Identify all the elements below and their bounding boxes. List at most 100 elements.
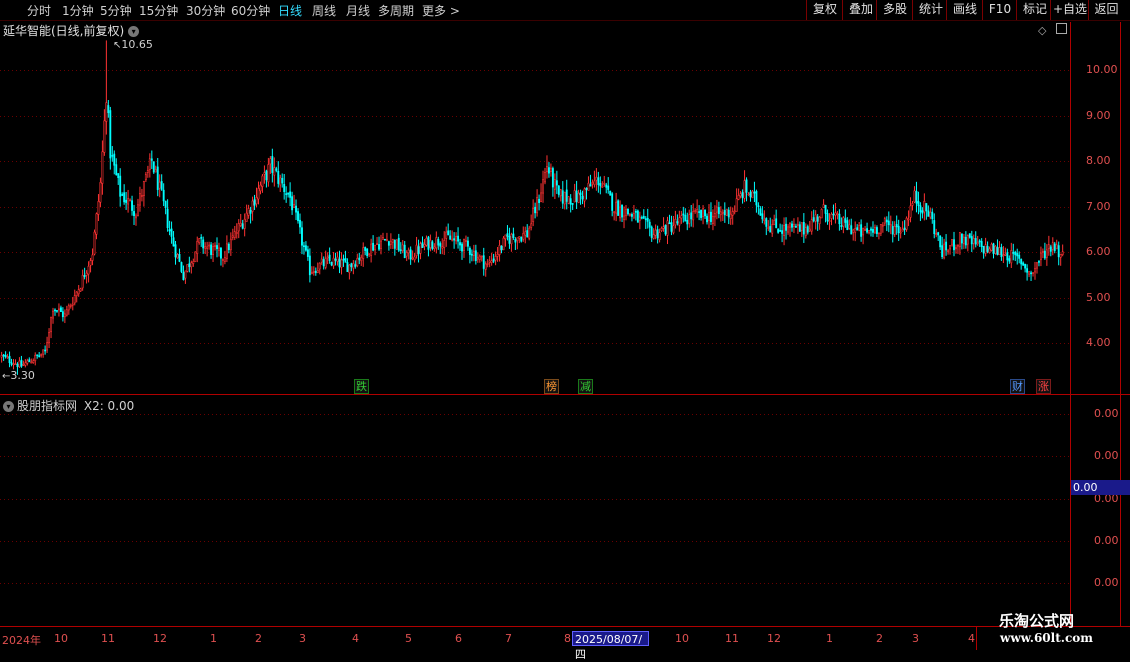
tool-button-4[interactable]: 画线 [946, 0, 983, 20]
candle-body [781, 230, 784, 234]
tool-button-1[interactable]: 叠加 [842, 0, 879, 20]
candle-body [794, 225, 797, 228]
indicator-tick-label: 0.00 [1094, 407, 1119, 420]
candle-body [506, 233, 509, 237]
candle-body [962, 236, 965, 244]
candle-body [342, 258, 345, 261]
period-tab-3[interactable]: 15分钟 [139, 2, 178, 19]
candle-body [504, 234, 507, 240]
candle-body [89, 260, 92, 266]
tool-button-3[interactable]: 统计 [912, 0, 949, 20]
candle-body [607, 185, 610, 190]
chevron-down-icon[interactable]: ▾ [3, 401, 14, 412]
candle-body [526, 230, 529, 238]
candle-body [121, 194, 124, 196]
candle-body [24, 362, 27, 366]
event-marker-4[interactable]: 涨 [1036, 379, 1051, 394]
chevron-down-icon[interactable]: ▾ [128, 26, 140, 37]
event-marker-0[interactable]: 跌 [354, 379, 369, 394]
candle-body [1004, 253, 1007, 256]
candle-body [320, 258, 323, 263]
candle-body [271, 156, 274, 173]
candle-body [648, 221, 651, 228]
candle-body [36, 354, 39, 357]
candlestick-chart[interactable] [0, 0, 1130, 650]
candle-body [613, 211, 616, 214]
tool-button-7[interactable]: +自选 [1050, 0, 1089, 20]
layout-toggle-icons: ◇ [1038, 23, 1067, 37]
candle-body [289, 191, 292, 198]
candle-body [530, 223, 533, 228]
candle-body [559, 189, 562, 197]
candle-body [986, 246, 989, 252]
event-marker-1[interactable]: 榜 [544, 379, 559, 394]
period-tab-4[interactable]: 30分钟 [186, 2, 225, 19]
candle-body [34, 354, 37, 362]
period-tab-9[interactable]: 多周期 [378, 2, 414, 19]
tool-button-6[interactable]: 标记 [1016, 0, 1053, 20]
candle-body [1028, 271, 1031, 275]
tool-button-0[interactable]: 复权 [806, 0, 843, 20]
candle-body [684, 214, 687, 222]
period-tab-7[interactable]: 周线 [312, 2, 336, 19]
indicator-tick-label: 0.00 [1094, 534, 1119, 547]
candle-body [245, 212, 248, 222]
candle-body [1018, 254, 1021, 259]
candle-body [870, 228, 872, 231]
period-tab-5[interactable]: 60分钟 [231, 2, 270, 19]
candle-body [463, 238, 465, 251]
period-tab-1[interactable]: 1分钟 [62, 2, 94, 19]
candle-body [682, 213, 685, 216]
candle-body [771, 224, 774, 234]
tool-button-5[interactable]: F10 [982, 0, 1017, 20]
candle-body [939, 235, 942, 248]
candle-body [1034, 268, 1036, 273]
candle-body [427, 236, 430, 250]
candle-body [980, 241, 983, 247]
candle-body [690, 212, 693, 220]
candle-body [725, 208, 728, 216]
candle-body [994, 245, 997, 254]
candle-body [221, 259, 224, 261]
date-tick-label: 10 [675, 632, 689, 645]
candle-body [447, 230, 450, 236]
candle-body [680, 215, 683, 219]
candle-body [63, 313, 66, 318]
candle-body [75, 291, 78, 296]
period-tab-2[interactable]: 5分钟 [100, 2, 132, 19]
event-marker-2[interactable]: 减 [578, 379, 593, 394]
candle-body [52, 310, 54, 319]
period-tab-6[interactable]: 日线 [278, 2, 302, 19]
period-tab-0[interactable]: 分时 [27, 2, 51, 19]
candle-body [563, 191, 566, 205]
candle-body [407, 249, 410, 254]
period-toolbar: 分时 1分钟 5分钟 15分钟 30分钟 60分钟 日线 周线 月线 多周期 更多 > 复权 叠加 多股… [0, 0, 1130, 21]
candle-body [40, 354, 43, 356]
diamond-icon[interactable]: ◇ [1038, 24, 1046, 37]
date-tick-label: 12 [153, 632, 167, 645]
candle-body [492, 258, 495, 262]
date-tick-label: 3 [299, 632, 306, 645]
event-marker-3[interactable]: 财 [1010, 379, 1025, 394]
tool-button-2[interactable]: 多股 [876, 0, 913, 20]
candle-body [743, 180, 746, 199]
period-tab-10[interactable]: 更多 > [422, 2, 460, 19]
panel-toggle-icon[interactable] [1055, 23, 1067, 34]
candle-body [802, 222, 805, 235]
period-tab-8[interactable]: 月线 [346, 2, 370, 19]
date-tick-label: 7 [505, 632, 512, 645]
candle-body [364, 247, 367, 251]
candle-body [59, 307, 62, 312]
candle-body [172, 237, 175, 247]
candle-body [370, 243, 373, 256]
candle-body [793, 224, 795, 227]
candle-body [972, 238, 975, 244]
candle-body [990, 243, 993, 251]
candle-body [235, 232, 238, 234]
candle-body [139, 193, 141, 206]
candle-body [524, 231, 527, 236]
tool-button-8[interactable]: 返回 [1088, 0, 1124, 20]
candle-body [810, 219, 813, 232]
candle-body [129, 199, 132, 202]
candle-body [619, 206, 622, 219]
